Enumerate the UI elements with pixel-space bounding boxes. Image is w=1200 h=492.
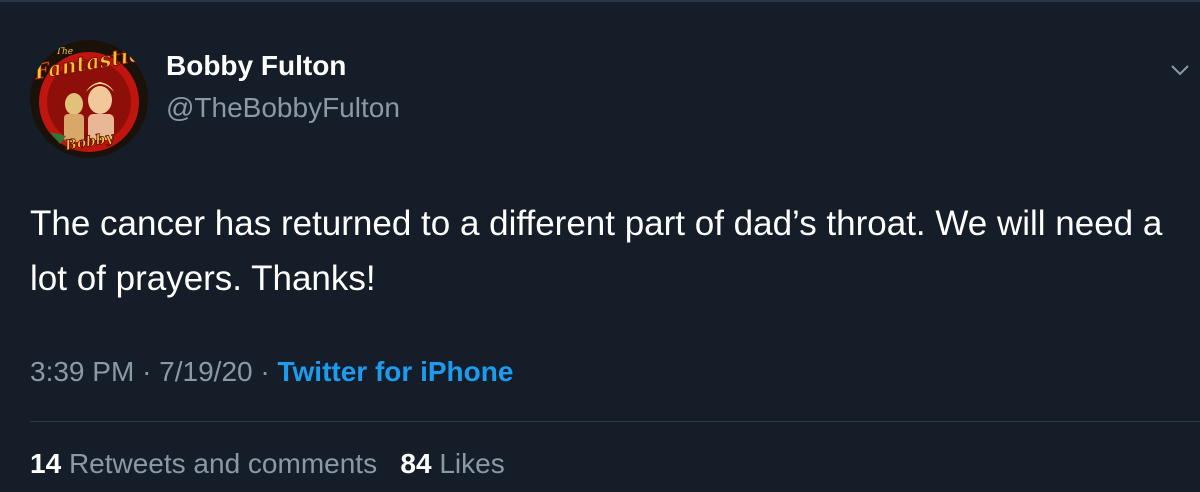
stats-divider — [30, 421, 1200, 422]
display-name[interactable]: Bobby Fulton — [166, 50, 346, 82]
tweet-time[interactable]: 3:39 PM — [30, 356, 134, 387]
likes-count: 84 — [400, 448, 432, 479]
top-divider — [0, 0, 1200, 2]
avatar-image: Fantastic The Bobby — [30, 40, 148, 158]
retweets-stat[interactable]: 14 Retweets and comments — [30, 448, 377, 479]
avatar-label-top: The — [56, 47, 73, 57]
tweet-card: Fantastic The Bobby Bobby Fulton @TheBob… — [0, 0, 1200, 492]
tweet-text: The cancer has returned to a different p… — [30, 204, 1163, 298]
tweet-meta: 3:39 PM · 7/19/20 · Twitter for iPhone — [30, 356, 513, 388]
meta-separator: · — [142, 356, 152, 387]
chevron-down-icon[interactable] — [1168, 58, 1192, 82]
retweets-count: 14 — [30, 448, 62, 479]
retweets-label: Retweets and comments — [68, 448, 378, 479]
likes-stat[interactable]: 84 Likes — [400, 448, 504, 479]
tweet-source-link[interactable]: Twitter for iPhone — [277, 356, 513, 387]
meta-separator: · — [260, 356, 270, 387]
tweet-date[interactable]: 7/19/20 — [159, 356, 252, 387]
avatar[interactable]: Fantastic The Bobby — [30, 40, 148, 158]
tweet-stats: 14 Retweets and comments 84 Likes — [30, 448, 505, 480]
likes-label: Likes — [439, 448, 505, 479]
user-handle[interactable]: @TheBobbyFulton — [166, 92, 400, 124]
